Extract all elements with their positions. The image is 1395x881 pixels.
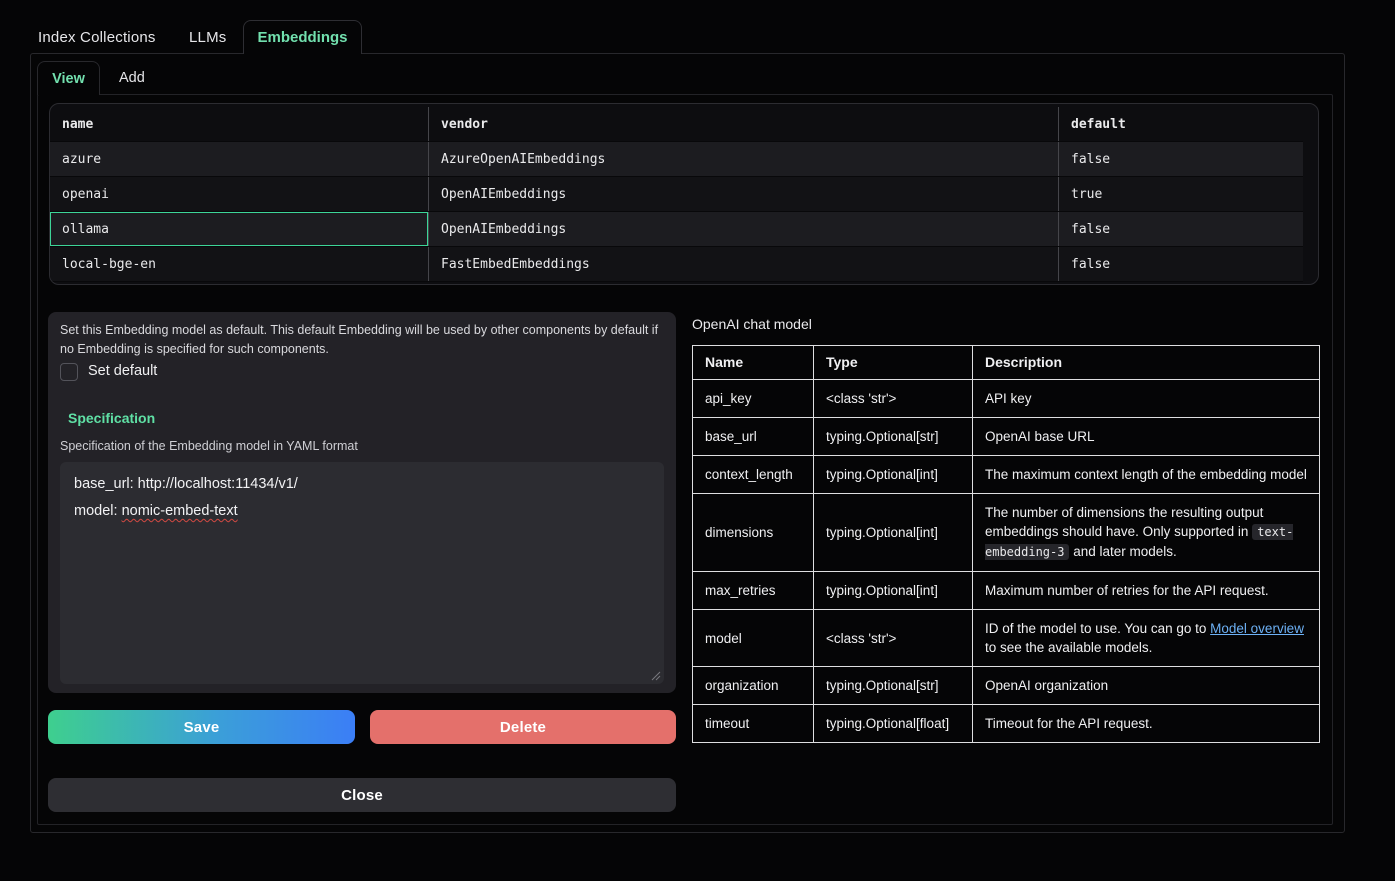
tab-embeddings[interactable]: Embeddings bbox=[243, 20, 362, 54]
delete-button[interactable]: Delete bbox=[370, 710, 676, 744]
cell-vendor: FastEmbedEmbeddings bbox=[429, 247, 1059, 281]
model-overview-link[interactable]: Model overview bbox=[1210, 621, 1304, 636]
params-column-name: Name bbox=[693, 346, 814, 380]
default-description: Set this Embedding model as default. Thi… bbox=[60, 321, 660, 358]
param-name: timeout bbox=[693, 705, 814, 743]
column-header-vendor: vendor bbox=[429, 107, 1059, 141]
specification-subtitle: Specification of the Embedding model in … bbox=[60, 439, 358, 453]
cell-default: false bbox=[1059, 142, 1303, 176]
param-type: <class 'str'> bbox=[814, 610, 973, 667]
param-row-max_retries: max_retriestyping.Optional[int]Maximum n… bbox=[693, 572, 1320, 610]
cell-default: false bbox=[1059, 212, 1303, 246]
param-description: The maximum context length of the embedd… bbox=[973, 456, 1320, 494]
param-description: Timeout for the API request. bbox=[973, 705, 1320, 743]
param-name: model bbox=[693, 610, 814, 667]
tab-add[interactable]: Add bbox=[107, 61, 157, 94]
param-row-model: model<class 'str'>ID of the model to use… bbox=[693, 610, 1320, 667]
param-name: max_retries bbox=[693, 572, 814, 610]
param-name: organization bbox=[693, 667, 814, 705]
cell-default: false bbox=[1059, 247, 1303, 281]
param-type: <class 'str'> bbox=[814, 380, 973, 418]
embedding-row-openai[interactable]: openaiOpenAIEmbeddingstrue bbox=[50, 177, 1303, 212]
param-type: typing.Optional[int] bbox=[814, 494, 973, 572]
param-type: typing.Optional[float] bbox=[814, 705, 973, 743]
embedding-row-ollama[interactable]: ollamaOpenAIEmbeddingsfalse bbox=[50, 212, 1303, 247]
close-button[interactable]: Close bbox=[48, 778, 676, 812]
yaml-line: base_url: http://localhost:11434/v1/ bbox=[74, 471, 650, 498]
cell-vendor: AzureOpenAIEmbeddings bbox=[429, 142, 1059, 176]
embedding-row-local-bge-en[interactable]: local-bge-enFastEmbedEmbeddingsfalse bbox=[50, 247, 1303, 282]
specification-yaml-editor[interactable]: base_url: http://localhost:11434/v1/ mod… bbox=[60, 462, 664, 684]
cell-name[interactable]: openai bbox=[50, 177, 429, 211]
tab-index-collections[interactable]: Index Collections bbox=[38, 21, 156, 53]
param-name: dimensions bbox=[693, 494, 814, 572]
param-type: typing.Optional[int] bbox=[814, 456, 973, 494]
inline-code-chip: text-embedding-3 bbox=[985, 524, 1293, 560]
column-header-name: name bbox=[50, 107, 429, 141]
param-name: context_length bbox=[693, 456, 814, 494]
param-type: typing.Optional[str] bbox=[814, 667, 973, 705]
cell-vendor: OpenAIEmbeddings bbox=[429, 212, 1059, 246]
cell-vendor: OpenAIEmbeddings bbox=[429, 177, 1059, 211]
tab-llms[interactable]: LLMs bbox=[189, 21, 226, 53]
column-header-default: default bbox=[1059, 107, 1303, 141]
param-row-organization: organizationtyping.Optional[str]OpenAI o… bbox=[693, 667, 1320, 705]
cell-name[interactable]: ollama bbox=[50, 212, 429, 246]
cell-name[interactable]: local-bge-en bbox=[50, 247, 429, 281]
param-type: typing.Optional[str] bbox=[814, 418, 973, 456]
params-panel-title: OpenAI chat model bbox=[692, 316, 812, 332]
param-name: api_key bbox=[693, 380, 814, 418]
tab-view[interactable]: View bbox=[37, 61, 100, 95]
set-default-label[interactable]: Set default bbox=[88, 363, 157, 379]
param-description: OpenAI organization bbox=[973, 667, 1320, 705]
param-description: The number of dimensions the resulting o… bbox=[973, 494, 1320, 572]
params-column-description: Description bbox=[973, 346, 1320, 380]
param-description: OpenAI base URL bbox=[973, 418, 1320, 456]
cell-default: true bbox=[1059, 177, 1303, 211]
param-type: typing.Optional[int] bbox=[814, 572, 973, 610]
param-description: API key bbox=[973, 380, 1320, 418]
param-row-dimensions: dimensionstyping.Optional[int]The number… bbox=[693, 494, 1320, 572]
set-default-checkbox[interactable] bbox=[60, 363, 78, 381]
params-column-type: Type bbox=[814, 346, 973, 380]
embeddings-table-header: name vendor default bbox=[50, 107, 1303, 142]
misspelled-word: nomic-embed-text bbox=[122, 503, 238, 519]
save-button[interactable]: Save bbox=[48, 710, 355, 744]
param-row-context_length: context_lengthtyping.Optional[int]The ma… bbox=[693, 456, 1320, 494]
cell-name[interactable]: azure bbox=[50, 142, 429, 176]
params-table: Name Type Description api_key<class 'str… bbox=[692, 345, 1319, 743]
param-name: base_url bbox=[693, 418, 814, 456]
page: { "main_tabs": [ {"label": "Index Collec… bbox=[0, 0, 1395, 881]
embeddings-table-body: azureAzureOpenAIEmbeddingsfalseopenaiOpe… bbox=[50, 142, 1318, 282]
embedding-detail-card: Set this Embedding model as default. Thi… bbox=[48, 312, 676, 693]
resize-handle-icon[interactable] bbox=[651, 671, 661, 681]
params-header-row: Name Type Description bbox=[693, 346, 1320, 380]
embeddings-table: name vendor default azureAzureOpenAIEmbe… bbox=[49, 103, 1319, 285]
param-description: ID of the model to use. You can go to Mo… bbox=[973, 610, 1320, 667]
param-row-api_key: api_key<class 'str'>API key bbox=[693, 380, 1320, 418]
param-row-base_url: base_urltyping.Optional[str]OpenAI base … bbox=[693, 418, 1320, 456]
param-description: Maximum number of retries for the API re… bbox=[973, 572, 1320, 610]
specification-heading: Specification bbox=[68, 410, 155, 426]
embedding-row-azure[interactable]: azureAzureOpenAIEmbeddingsfalse bbox=[50, 142, 1303, 177]
param-row-timeout: timeouttyping.Optional[float]Timeout for… bbox=[693, 705, 1320, 743]
yaml-line: model: nomic-embed-text bbox=[74, 498, 650, 525]
